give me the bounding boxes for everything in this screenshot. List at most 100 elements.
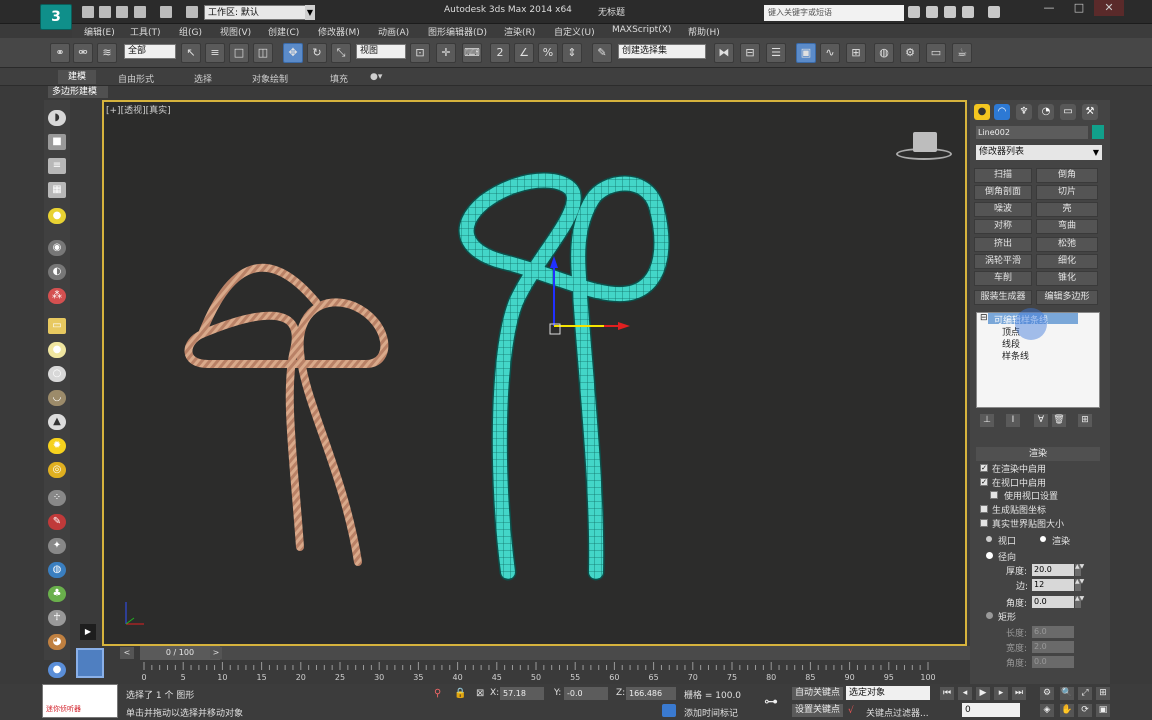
spinner-snap-icon[interactable]: ⇕ [562, 43, 582, 63]
sun-icon[interactable]: ✹ [48, 438, 66, 454]
community-icon[interactable] [926, 6, 938, 18]
chevron-down-icon[interactable]: ▼ [1090, 145, 1102, 160]
fov-icon[interactable]: ◈ [1040, 704, 1054, 717]
snaps-toggle-icon[interactable]: 2 [490, 43, 510, 63]
viewport-layout-icon[interactable] [76, 648, 104, 678]
teapot-icon[interactable]: ◗ [48, 110, 66, 126]
modify-tab-icon[interactable]: ◠ [994, 104, 1010, 120]
menu-customize[interactable]: 自定义(U) [554, 25, 595, 38]
help-icon[interactable] [988, 6, 1000, 18]
graphite-toggle-icon[interactable]: ▣ [796, 43, 816, 63]
percent-snap-icon[interactable]: % [538, 43, 558, 63]
scene-canvas[interactable] [104, 102, 965, 644]
lock-selection-icon[interactable]: 🔒 [454, 688, 466, 699]
orbit-icon[interactable]: ⟳ [1078, 704, 1092, 717]
hierarchy-tab-icon[interactable]: ♆ [1016, 104, 1032, 120]
minimize-button[interactable]: — [1034, 0, 1064, 16]
thickness-spinner[interactable]: 20.0 [1032, 564, 1074, 576]
edit-named-selection-icon[interactable]: ✎ [592, 43, 612, 63]
time-slider-track[interactable] [220, 646, 970, 660]
auto-key-button[interactable]: 自动关键点 [792, 687, 844, 700]
tab-modeling[interactable]: 建模 [58, 70, 97, 84]
render-production-icon[interactable]: ☕ [952, 43, 972, 63]
use-viewport-settings-checkbox[interactable] [990, 491, 998, 499]
utilities-tab-icon[interactable]: ⚒ [1082, 104, 1098, 120]
time-slider[interactable]: 0 / 100 [140, 646, 220, 660]
open-file-icon[interactable] [99, 6, 111, 18]
show-end-result-icon[interactable]: I [1006, 414, 1020, 427]
reference-coord-dropdown[interactable]: 视图 [356, 44, 406, 59]
plant-icon[interactable]: ♣ [48, 586, 66, 602]
viewport-label[interactable]: [+][透视][真实] [106, 103, 171, 116]
particles-icon[interactable]: ⁘ [48, 490, 66, 506]
display-tab-icon[interactable]: ▭ [1060, 104, 1076, 120]
track-bar[interactable]: 0 5 10 15 20 25 30 35 40 45 50 55 60 65 70 75 80 85 90 95 10… [128, 662, 970, 682]
mod-edit-poly-button[interactable]: 编辑多边形 [1036, 290, 1098, 305]
rope-knot-rendered[interactable] [184, 263, 389, 566]
render-radio[interactable] [1040, 536, 1046, 542]
enable-viewport-checkbox[interactable]: ✓ [980, 478, 988, 486]
spinner-arrows-icon[interactable]: ▲▼ [1075, 564, 1084, 576]
mod-slice-button[interactable]: 切片 [1036, 185, 1098, 200]
spinner-arrows-icon[interactable]: ▲▼ [1075, 596, 1084, 608]
x-coord-field[interactable]: 57.18 [500, 687, 544, 700]
app-logo-button[interactable]: 3 [40, 4, 72, 30]
material-editor-icon[interactable]: ◍ [874, 43, 894, 63]
rectangular-radio[interactable] [986, 612, 993, 619]
binoculars-icon[interactable] [908, 6, 920, 18]
motion-tab-icon[interactable]: ◔ [1038, 104, 1054, 120]
window-crossing-icon[interactable]: ◫ [253, 43, 273, 63]
angle-snap-icon[interactable]: ∠ [514, 43, 534, 63]
save-file-icon[interactable] [116, 6, 128, 18]
light-bulb-icon[interactable]: ● [48, 208, 66, 224]
width-spinner[interactable]: 2.0 [1032, 641, 1074, 653]
mod-extrude-button[interactable]: 挤出 [974, 237, 1032, 252]
mod-sweep-button[interactable]: 扫描 [974, 168, 1032, 183]
angle-spinner[interactable]: 0.0 [1032, 596, 1074, 608]
viewcube[interactable] [913, 132, 937, 152]
paint-icon[interactable]: ✎ [48, 514, 66, 530]
undo-icon[interactable] [134, 6, 146, 18]
chevron-down-icon[interactable]: ▼ [305, 5, 315, 20]
layer-manager-icon[interactable]: ☰ [766, 43, 786, 63]
select-rotate-icon[interactable]: ↻ [307, 43, 327, 63]
menu-edit[interactable]: 编辑(E) [84, 25, 115, 38]
schematic-view-icon[interactable]: ⊞ [846, 43, 866, 63]
mod-shell-button[interactable]: 壳 [1036, 202, 1098, 217]
viewport-radio[interactable] [986, 536, 992, 542]
curve-editor-icon[interactable]: ∿ [820, 43, 840, 63]
menu-animation[interactable]: 动画(A) [378, 25, 409, 38]
create-tab-icon[interactable]: ● [974, 104, 990, 120]
globe-icon[interactable]: ◍ [48, 562, 66, 578]
mod-symmetry-button[interactable]: 对称 [974, 219, 1032, 234]
time-config-icon[interactable]: ⚙ [1040, 687, 1054, 700]
mirror-icon[interactable]: ⧓ [714, 43, 734, 63]
tab-freeform[interactable]: 自由形式 [118, 72, 154, 85]
menu-tools[interactable]: 工具(T) [130, 25, 161, 38]
spinner-arrows-icon[interactable]: ▲▼ [1075, 579, 1084, 591]
helper-icon[interactable]: ◐ [48, 264, 66, 280]
mod-cloth-generator-button[interactable]: 服装生成器 [974, 290, 1032, 305]
radial-radio[interactable] [986, 552, 993, 559]
mod-noise-button[interactable]: 噪波 [974, 202, 1032, 217]
collapse-icon[interactable]: ⊟ [980, 313, 988, 323]
length-spinner[interactable]: 6.0 [1032, 626, 1074, 638]
z-coord-field[interactable]: 166.486 [626, 687, 676, 700]
spacewarp-icon[interactable]: ⁂ [48, 288, 66, 304]
select-manipulate-icon[interactable]: ✛ [436, 43, 456, 63]
unlink-icon[interactable]: ⚮ [73, 43, 93, 63]
pin-stack-icon[interactable]: ⊥ [980, 414, 994, 427]
mod-bend-button[interactable]: 弯曲 [1036, 219, 1098, 234]
maximize-button[interactable]: □ [1064, 0, 1094, 16]
key-filter-icon[interactable]: √ [848, 706, 854, 716]
key-icon[interactable]: ⊶ [764, 694, 778, 710]
rendered-frame-icon[interactable]: ▭ [926, 43, 946, 63]
prev-frame-icon[interactable]: < [120, 647, 134, 659]
modifier-list-dropdown[interactable]: 修改器列表 [976, 145, 1090, 160]
select-scale-icon[interactable]: ⤡ [331, 43, 351, 63]
mod-bevel-button[interactable]: 倒角 [1036, 168, 1098, 183]
maximize-viewport-icon[interactable]: ▣ [1096, 704, 1110, 717]
hair-icon[interactable]: ◕ [48, 634, 66, 650]
sphere-icon[interactable]: ● [48, 342, 66, 358]
menu-maxscript[interactable]: MAXScript(X) [612, 25, 671, 35]
